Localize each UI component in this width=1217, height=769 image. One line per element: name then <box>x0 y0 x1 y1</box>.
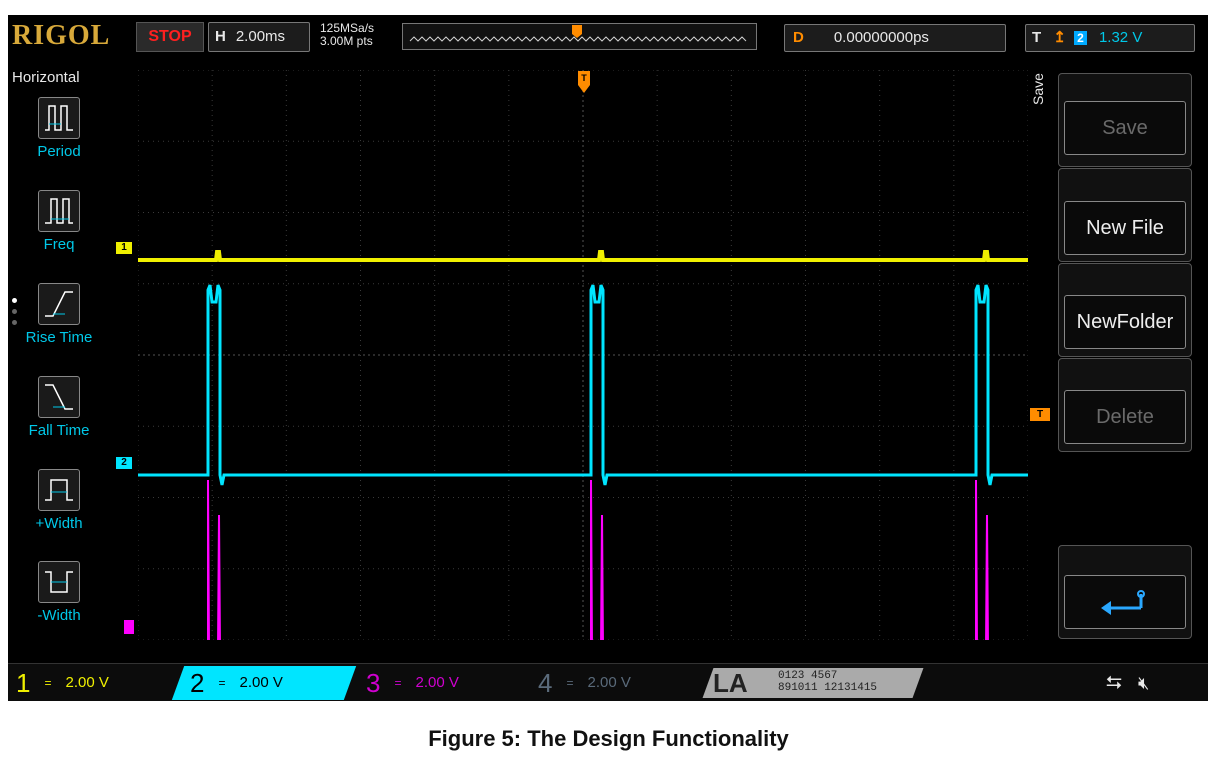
freq-icon <box>38 190 80 232</box>
period-icon <box>38 97 80 139</box>
return-button[interactable] <box>1064 575 1186 629</box>
ch3-offset-marker[interactable] <box>124 620 134 634</box>
ch1-scale: 2.00 V <box>65 674 109 691</box>
menu-item-neg-width[interactable]: -Width <box>12 561 106 624</box>
trigger-level: 1.32 V <box>1098 29 1143 46</box>
memory-depth: 3.00M pts <box>320 34 373 48</box>
ch3-coupling: = <box>394 676 402 690</box>
menu-item-label: -Width <box>37 607 81 624</box>
menu-page-indicator <box>12 298 18 336</box>
trigger-source: 2 <box>1074 31 1087 45</box>
trigger-label: T <box>1032 29 1042 46</box>
menu-title: Horizontal <box>12 69 80 86</box>
speaker-muted-icon[interactable]: 🔇︎ <box>1138 670 1149 696</box>
oscilloscope-screen: RIGOL STOP H 2.00ms 125MSa/s 3.00M pts D 0… <box>8 15 1208 701</box>
new-folder-button[interactable]: NewFolder <box>1064 295 1186 349</box>
horizontal-label: H <box>215 28 226 45</box>
menu-item-label: Fall Time <box>28 422 90 439</box>
logic-row-1: 0123 4567 <box>778 670 838 682</box>
run-stop-status[interactable]: STOP <box>136 22 204 52</box>
menu-item-period[interactable]: Period <box>12 97 106 160</box>
figure-caption: Figure 5: The Design Functionality <box>428 726 789 751</box>
menu-item-label: Freq <box>43 236 75 253</box>
ch3-number: 3 <box>366 668 381 698</box>
ch3-status[interactable]: 3 = 2.00 V <box>366 664 459 701</box>
ch2-scale: 2.00 V <box>239 674 283 691</box>
ch2-coupling: = <box>218 676 226 690</box>
acquisition-info: 125MSa/s 3.00M pts <box>320 22 374 48</box>
trigger-level-marker[interactable]: T <box>1030 408 1050 421</box>
menu-item-label: Rise Time <box>25 329 93 346</box>
pos-width-icon <box>38 469 80 511</box>
delay-value: 0.00000000ps <box>833 29 929 46</box>
menu-item-label: Period <box>37 143 81 160</box>
neg-width-icon <box>38 561 80 603</box>
ch2-status[interactable]: 2 = 2.00 V <box>190 664 283 701</box>
new-file-button[interactable]: New File <box>1064 201 1186 255</box>
save-button[interactable]: Save <box>1064 101 1186 155</box>
ch1-coupling: = <box>44 676 52 690</box>
trigger-box[interactable]: T ↥ 2 1.32 V <box>1025 24 1195 52</box>
return-icon <box>1101 589 1145 615</box>
logic-channel-numbers: 0123 4567 891011 12131415 <box>778 670 877 694</box>
ch4-status[interactable]: 4 = 2.00 V <box>538 664 631 701</box>
menu-item-rise-time[interactable]: Rise Time <box>12 283 106 346</box>
fall-time-icon <box>38 376 80 418</box>
ch3-scale: 2.00 V <box>415 674 459 691</box>
menu-title: Save <box>1030 73 1046 105</box>
usb-icon: ⮀ <box>1106 672 1122 694</box>
logic-row-2: 891011 12131415 <box>778 682 878 694</box>
timebase-value: 2.00ms <box>235 28 286 45</box>
ch2-offset-marker[interactable]: 2 <box>116 457 132 469</box>
ch4-coupling: = <box>566 676 574 690</box>
trigger-time-marker[interactable]: T <box>578 71 590 97</box>
menu-item-label: +Width <box>35 515 83 532</box>
waveform-display[interactable] <box>138 70 1028 640</box>
menu-item-fall-time[interactable]: Fall Time <box>12 376 106 439</box>
delay-label: D <box>793 29 804 46</box>
brand-logo: RIGOL <box>12 20 111 51</box>
channel-status-bar: 1 = 2.00 V 2 = 2.00 V 3 = 2.00 V 4 = 2.00 V LA 0… <box>8 663 1208 701</box>
delay-box[interactable]: D 0.00000000ps <box>784 24 1006 52</box>
ch2-number: 2 <box>190 668 205 698</box>
ch1-offset-marker[interactable]: 1 <box>116 242 132 254</box>
rising-edge-icon: ↥ <box>1053 29 1066 46</box>
ch1-status[interactable]: 1 = 2.00 V <box>16 664 109 701</box>
ch1-number: 1 <box>16 668 31 698</box>
memory-waveform-strip[interactable] <box>402 23 757 50</box>
ch4-scale: 2.00 V <box>587 674 631 691</box>
rise-time-icon <box>38 283 80 325</box>
timebase-box[interactable]: H 2.00ms <box>208 22 310 52</box>
menu-item-pos-width[interactable]: +Width <box>12 469 106 532</box>
ch4-number: 4 <box>538 668 553 698</box>
logic-analyzer-label: LA <box>713 668 748 698</box>
menu-item-freq[interactable]: Freq <box>12 190 106 253</box>
delete-button[interactable]: Delete <box>1064 390 1186 444</box>
